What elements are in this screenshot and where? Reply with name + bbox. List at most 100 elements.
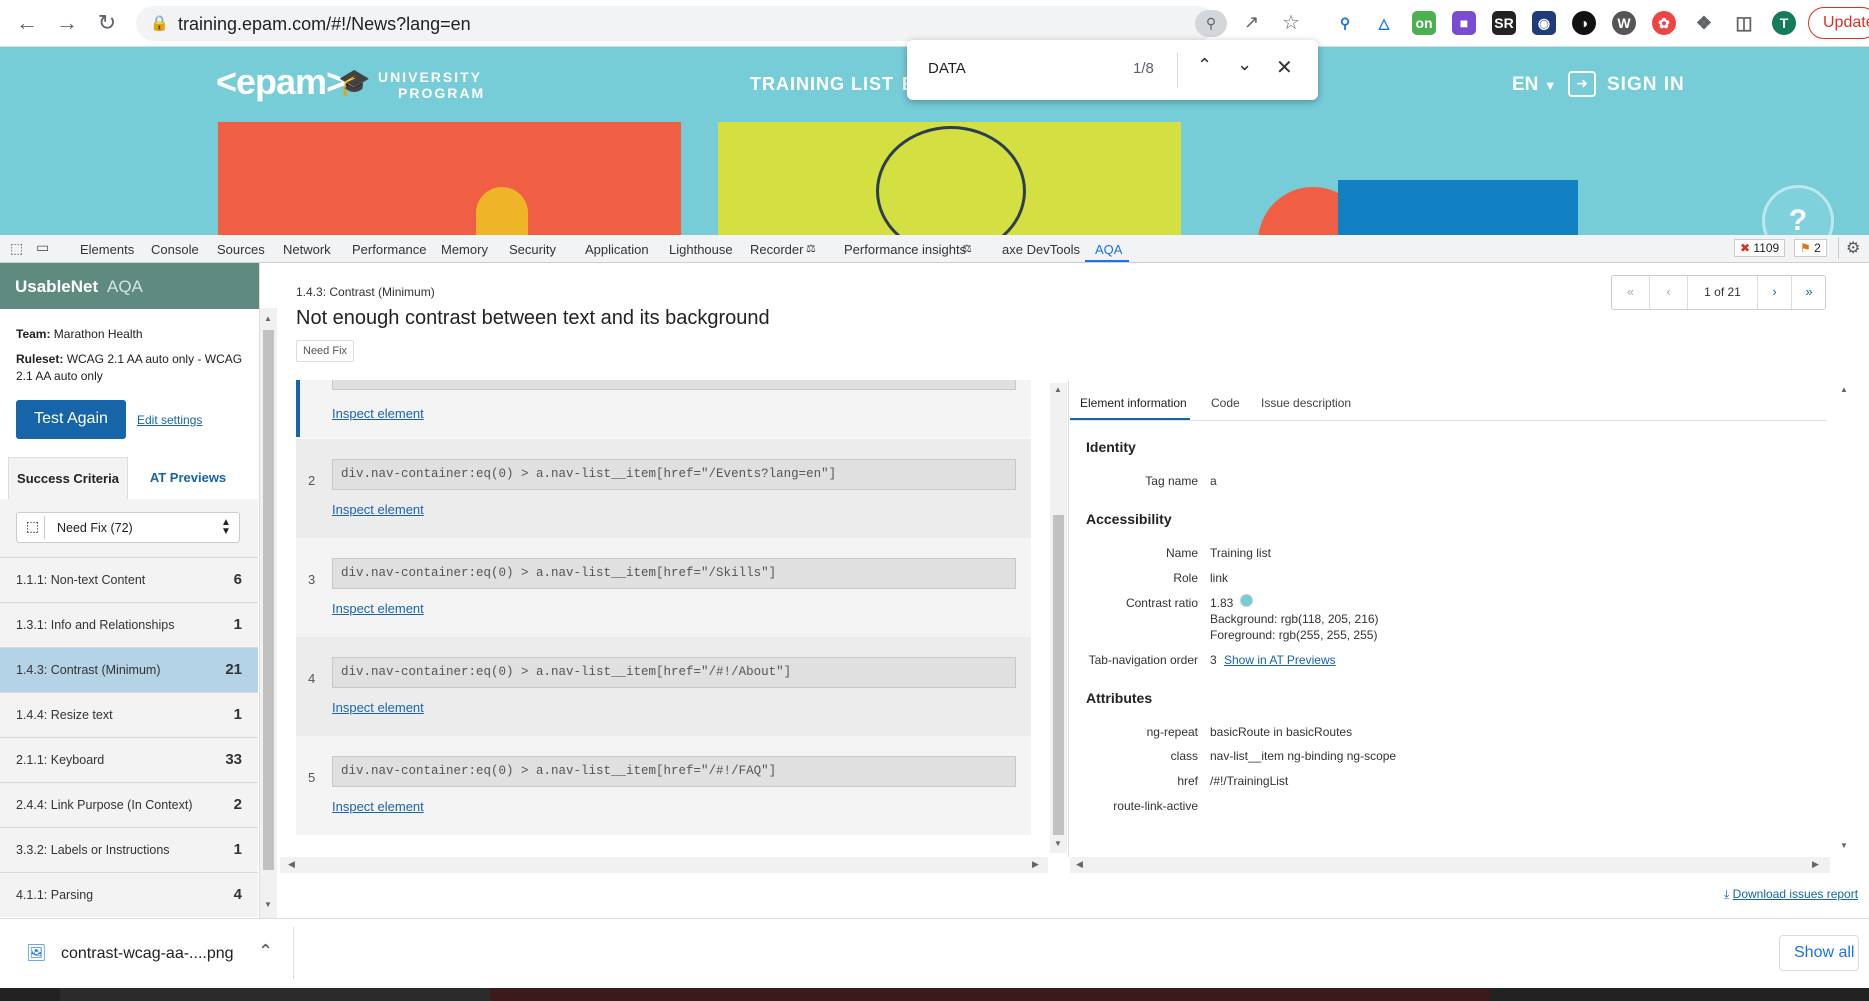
criterion-item[interactable]: 1.4.4: Resize text 1: [0, 692, 258, 737]
list-scroll-thumb[interactable]: [1053, 515, 1064, 835]
inspect-element-icon[interactable]: ⬚: [10, 240, 23, 257]
inspect-element-link[interactable]: Inspect element: [332, 799, 424, 814]
extension-sr-icon[interactable]: SR: [1492, 11, 1516, 35]
selector-field[interactable]: div.nav-container:eq(0) > a.nav-list__it…: [332, 558, 1016, 589]
tab-sources[interactable]: Sources: [217, 242, 265, 257]
forward-icon[interactable]: →: [52, 8, 82, 38]
criterion-item[interactable]: 1.3.1: Info and Relationships 1: [0, 602, 258, 647]
pager-prev[interactable]: ‹: [1650, 276, 1688, 309]
criterion-item[interactable]: 4.1.1: Parsing 4: [0, 872, 258, 917]
tab-lighthouse[interactable]: Lighthouse: [669, 242, 733, 257]
selector-field[interactable]: div.nav-container:eq(0) > a.nav-list__it…: [332, 657, 1016, 688]
tab-recorder[interactable]: Recorder: [750, 242, 803, 257]
test-again-button[interactable]: Test Again: [16, 400, 126, 439]
criterion-item[interactable]: 2.4.4: Link Purpose (In Context) 2: [0, 782, 258, 827]
warning-count[interactable]: ⚑ 2: [1794, 239, 1827, 257]
tab-aqa[interactable]: AQA: [1095, 242, 1122, 257]
detail-scroll-up-icon[interactable]: ▲: [1840, 385, 1848, 394]
banner-card-2[interactable]: [718, 122, 1181, 235]
tab-network[interactable]: Network: [283, 242, 331, 257]
reload-icon[interactable]: ↻: [92, 8, 122, 38]
download-filename[interactable]: contrast-wcag-aa-....png: [61, 945, 234, 963]
extension-color-icon[interactable]: ✿: [1652, 11, 1676, 35]
tab-console[interactable]: Console: [151, 242, 199, 257]
epam-logo[interactable]: <epam>: [216, 61, 347, 103]
download-report[interactable]: ⤓ Download issues report: [1724, 887, 1858, 902]
side-panel-icon[interactable]: ◫: [1732, 11, 1756, 35]
extension-circle-icon[interactable]: ◑: [1572, 11, 1596, 35]
language-selector[interactable]: EN ▼: [1512, 74, 1557, 96]
address-bar[interactable]: 🔒 training.epam.com/#!/News?lang=en ⚲ ↗ …: [136, 6, 1300, 41]
share-icon[interactable]: ↗: [1244, 12, 1259, 33]
occurrence-row[interactable]: 2 div.nav-container:eq(0) > a.nav-list__i…: [296, 439, 1031, 538]
filter-select[interactable]: ⬚ Need Fix (72) ▲ ▼: [16, 512, 240, 543]
inspect-element-link[interactable]: Inspect element: [332, 601, 424, 616]
inspect-element-link[interactable]: Inspect element: [332, 502, 424, 517]
banner-card-3[interactable]: [1218, 122, 1681, 235]
url-text[interactable]: training.epam.com/#!/News?lang=en: [178, 14, 471, 35]
profile-avatar[interactable]: T: [1772, 11, 1796, 35]
criterion-item[interactable]: 3.3.2: Labels or Instructions 1: [0, 827, 258, 872]
sidebar-scrollbar[interactable]: ▲ ▼: [260, 308, 277, 918]
scroll-right-icon[interactable]: ▶: [1032, 859, 1039, 870]
scroll-up-icon[interactable]: ▲: [1054, 385, 1062, 394]
scroll-down-icon[interactable]: ▼: [264, 900, 272, 909]
tab-success-criteria[interactable]: Success Criteria: [8, 457, 128, 499]
occurrence-row[interactable]: 5 div.nav-container:eq(0) > a.nav-list__i…: [296, 736, 1031, 835]
inspect-element-link[interactable]: Inspect element: [332, 700, 424, 715]
extension-on-icon[interactable]: on: [1412, 11, 1436, 35]
inspect-element-link[interactable]: Inspect element: [332, 406, 424, 421]
help-button[interactable]: ?: [1762, 185, 1834, 235]
scroll-down-icon[interactable]: ▼: [1054, 839, 1062, 848]
criterion-item[interactable]: 1.1.1: Non-text Content 6: [0, 557, 258, 602]
find-prev-icon[interactable]: ⌃: [1197, 55, 1212, 76]
list-scrollbar[interactable]: ▲ ▼: [1050, 383, 1067, 853]
show-all-button[interactable]: Show all: [1779, 935, 1859, 971]
occurrence-row-1[interactable]: Inspect element: [296, 380, 1031, 437]
lock-icon[interactable]: 🔒: [150, 14, 169, 32]
edit-settings-link[interactable]: Edit settings: [137, 413, 202, 427]
taskbar-apps[interactable]: [490, 988, 1490, 1001]
download-report-link[interactable]: Download issues report: [1733, 887, 1858, 901]
scroll-up-icon[interactable]: ▲: [264, 314, 272, 323]
device-toolbar-icon[interactable]: ▭: [36, 239, 49, 256]
gear-icon[interactable]: ⚙: [1846, 238, 1860, 258]
taskbar-app[interactable]: [60, 988, 490, 1001]
occurrence-row[interactable]: 4 div.nav-container:eq(0) > a.nav-list__i…: [296, 637, 1031, 736]
banner-card-1[interactable]: [218, 122, 681, 235]
scroll-left-icon[interactable]: ◀: [288, 859, 295, 870]
pager-first[interactable]: «: [1612, 276, 1650, 309]
update-button[interactable]: Update: [1808, 7, 1869, 39]
extension-accessibility-icon[interactable]: △: [1372, 11, 1396, 35]
tab-elements[interactable]: Elements: [80, 242, 134, 257]
find-lens-icon[interactable]: ⚲: [1195, 10, 1227, 37]
find-close-icon[interactable]: ✕: [1276, 55, 1293, 80]
find-input[interactable]: DATA: [928, 60, 966, 77]
extension-wordpress-icon[interactable]: W: [1612, 11, 1636, 35]
tab-application[interactable]: Application: [585, 242, 649, 257]
extension-search-icon[interactable]: ⚲: [1333, 11, 1357, 35]
selector-field[interactable]: div.nav-container:eq(0) > a.nav-list__it…: [332, 459, 1016, 490]
tab-performance-insights[interactable]: Performance insights: [844, 242, 966, 257]
sign-in-link[interactable]: SIGN IN: [1607, 74, 1685, 96]
criterion-item[interactable]: 2.1.1: Keyboard 33: [0, 737, 258, 782]
list-hscrollbar[interactable]: ◀ ▶: [280, 857, 1048, 873]
back-icon[interactable]: ←: [12, 8, 42, 38]
bookmark-star-icon[interactable]: ☆: [1282, 10, 1300, 35]
show-at-previews-link[interactable]: Show in AT Previews: [1224, 653, 1336, 667]
pager-last[interactable]: »: [1792, 276, 1826, 309]
selector-field[interactable]: div.nav-container:eq(0) > a.nav-list__it…: [332, 756, 1016, 787]
pager-next[interactable]: ›: [1758, 276, 1792, 309]
nav-training-list[interactable]: TRAINING LIST: [750, 74, 894, 95]
find-next-icon[interactable]: ⌃: [1237, 52, 1252, 73]
chevron-up-icon[interactable]: ⌃: [258, 941, 273, 962]
extensions-puzzle-icon[interactable]: ❖: [1692, 11, 1716, 35]
tab-memory[interactable]: Memory: [441, 242, 488, 257]
tab-performance[interactable]: Performance: [352, 242, 426, 257]
detail-scroll-down-icon[interactable]: ▼: [1840, 841, 1848, 850]
tab-axe-devtools[interactable]: axe DevTools: [1002, 242, 1080, 257]
extension-axe-icon[interactable]: ◉: [1532, 11, 1556, 35]
sidebar-scroll-thumb[interactable]: [263, 330, 274, 870]
tab-at-previews[interactable]: AT Previews: [128, 457, 248, 499]
extension-puzzle-color-icon[interactable]: ■: [1452, 11, 1476, 35]
